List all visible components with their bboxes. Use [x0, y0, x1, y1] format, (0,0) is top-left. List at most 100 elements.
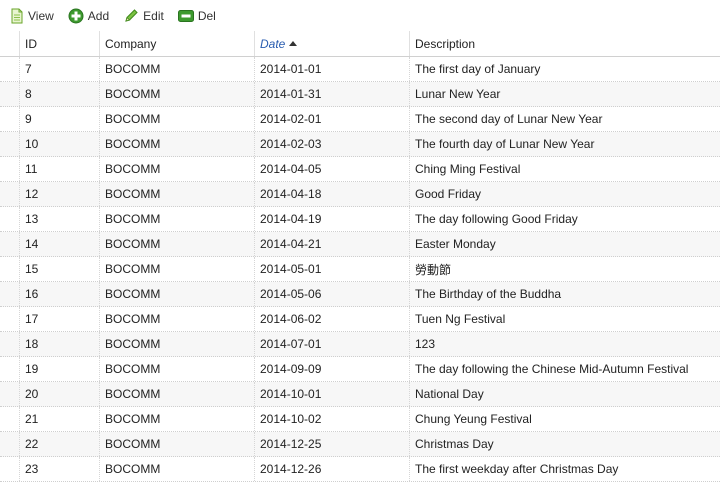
pencil-icon	[125, 8, 138, 22]
table-row[interactable]: 16 BOCOMM 2014-05-06 The Birthday of the Bu…	[0, 282, 720, 307]
cell-company: BOCOMM	[100, 132, 255, 156]
cell-company: BOCOMM	[100, 182, 255, 206]
cell-id: 11	[20, 157, 100, 181]
toolbar: View Add Edit Del	[0, 0, 720, 31]
row-gutter	[0, 307, 20, 331]
cell-description: The Birthday of the Buddha	[415, 287, 562, 301]
cell-description: The day following Good Friday	[415, 212, 578, 226]
cell-description: The first day of January	[415, 62, 541, 76]
cell-id: 12	[20, 182, 100, 206]
add-button[interactable]: Add	[64, 5, 113, 27]
row-gutter	[0, 107, 20, 131]
del-label: Del	[197, 8, 216, 23]
cell-date: 2014-05-06	[255, 282, 410, 306]
column-header-description[interactable]: Description	[410, 31, 720, 56]
cell-company: BOCOMM	[100, 357, 255, 381]
column-header-company-label: Company	[105, 36, 157, 51]
cell-description: 123	[415, 337, 436, 351]
cell-company: BOCOMM	[100, 157, 255, 181]
cell-description: The second day of Lunar New Year	[415, 112, 603, 126]
cell-date: 2014-04-19	[255, 207, 410, 231]
row-gutter	[0, 132, 20, 156]
cell-company: BOCOMM	[100, 207, 255, 231]
row-gutter	[0, 457, 20, 481]
table-row[interactable]: 18 BOCOMM 2014-07-01 123	[0, 332, 720, 357]
cell-date: 2014-01-31	[255, 82, 410, 106]
cell-date: 2014-04-21	[255, 232, 410, 256]
row-gutter	[0, 182, 20, 206]
table-row[interactable]: 22 BOCOMM 2014-12-25 Christmas Day	[0, 432, 720, 457]
cell-description: 勞動節	[415, 262, 452, 277]
row-gutter-header	[0, 31, 20, 56]
cell-id: 14	[20, 232, 100, 256]
cell-description: The fourth day of Lunar New Year	[415, 137, 595, 151]
cell-date: 2014-02-01	[255, 107, 410, 131]
table-row[interactable]: 14 BOCOMM 2014-04-21 Easter Monday	[0, 232, 720, 257]
cell-description: Good Friday	[415, 187, 482, 201]
table-body: 7 BOCOMM 2014-01-01 The first day of Januar…	[0, 57, 720, 482]
cell-company: BOCOMM	[100, 332, 255, 356]
column-header-id[interactable]: ID	[20, 31, 100, 56]
plus-icon	[68, 8, 84, 23]
cell-description: The day following the Chinese Mid-Autumn…	[415, 362, 689, 376]
add-label: Add	[87, 8, 110, 23]
table-row[interactable]: 21 BOCOMM 2014-10-02 Chung Yeung Festival	[0, 407, 720, 432]
table-row[interactable]: 7 BOCOMM 2014-01-01 The first day of Januar…	[0, 57, 720, 82]
row-gutter	[0, 382, 20, 406]
cell-description: National Day	[415, 387, 484, 401]
row-gutter	[0, 432, 20, 456]
row-gutter	[0, 257, 20, 281]
cell-description: The first weekday after Christmas Day	[415, 462, 619, 476]
view-label: View	[28, 8, 54, 23]
cell-description: Tuen Ng Festival	[415, 312, 506, 326]
table-row[interactable]: 11 BOCOMM 2014-04-05 Ching Ming Festival	[0, 157, 720, 182]
column-header-description-label: Description	[415, 36, 476, 51]
cell-date: 2014-06-02	[255, 307, 410, 331]
cell-date: 2014-10-01	[255, 382, 410, 406]
cell-id: 7	[20, 57, 100, 81]
table-row[interactable]: 17 BOCOMM 2014-06-02 Tuen Ng Festival	[0, 307, 720, 332]
cell-description: Christmas Day	[415, 437, 494, 451]
cell-id: 23	[20, 457, 100, 481]
table-row[interactable]: 19 BOCOMM 2014-09-09 The day following the …	[0, 357, 720, 382]
header-row: ID Company Date Description	[0, 31, 720, 57]
cell-id: 20	[20, 382, 100, 406]
cell-date: 2014-07-01	[255, 332, 410, 356]
cell-company: BOCOMM	[100, 307, 255, 331]
cell-id: 16	[20, 282, 100, 306]
table-row[interactable]: 9 BOCOMM 2014-02-01 The second day of Lunar…	[0, 107, 720, 132]
cell-description: Lunar New Year	[415, 87, 501, 101]
data-grid: ID Company Date Description 7 BOCOMM 2014-…	[0, 31, 720, 482]
cell-date: 2014-01-01	[255, 57, 410, 81]
cell-company: BOCOMM	[100, 107, 255, 131]
column-header-date-label: Date	[260, 36, 286, 51]
column-header-date[interactable]: Date	[255, 31, 410, 56]
sort-ascending-icon	[289, 40, 298, 46]
row-gutter	[0, 207, 20, 231]
column-header-company[interactable]: Company	[100, 31, 255, 56]
cell-id: 15	[20, 257, 100, 281]
table-row[interactable]: 15 BOCOMM 2014-05-01 勞動節	[0, 257, 720, 282]
row-gutter	[0, 57, 20, 81]
cell-company: BOCOMM	[100, 382, 255, 406]
table-row[interactable]: 23 BOCOMM 2014-12-26 The first weekday afte…	[0, 457, 720, 482]
cell-company: BOCOMM	[100, 432, 255, 456]
cell-company: BOCOMM	[100, 407, 255, 431]
table-row[interactable]: 10 BOCOMM 2014-02-03 The fourth day of Luna…	[0, 132, 720, 157]
cell-id: 13	[20, 207, 100, 231]
table-row[interactable]: 8 BOCOMM 2014-01-31 Lunar New Year	[0, 82, 720, 107]
del-button[interactable]: Del	[174, 5, 220, 27]
table-row[interactable]: 13 BOCOMM 2014-04-19 The day following Good…	[0, 207, 720, 232]
cell-description: Ching Ming Festival	[415, 162, 521, 176]
cell-company: BOCOMM	[100, 57, 255, 81]
cell-date: 2014-04-18	[255, 182, 410, 206]
row-gutter	[0, 282, 20, 306]
cell-id: 18	[20, 332, 100, 356]
row-gutter	[0, 232, 20, 256]
view-button[interactable]: View	[6, 5, 58, 27]
edit-button[interactable]: Edit	[119, 5, 168, 27]
row-gutter	[0, 82, 20, 106]
table-row[interactable]: 20 BOCOMM 2014-10-01 National Day	[0, 382, 720, 407]
cell-date: 2014-04-05	[255, 157, 410, 181]
table-row[interactable]: 12 BOCOMM 2014-04-18 Good Friday	[0, 182, 720, 207]
